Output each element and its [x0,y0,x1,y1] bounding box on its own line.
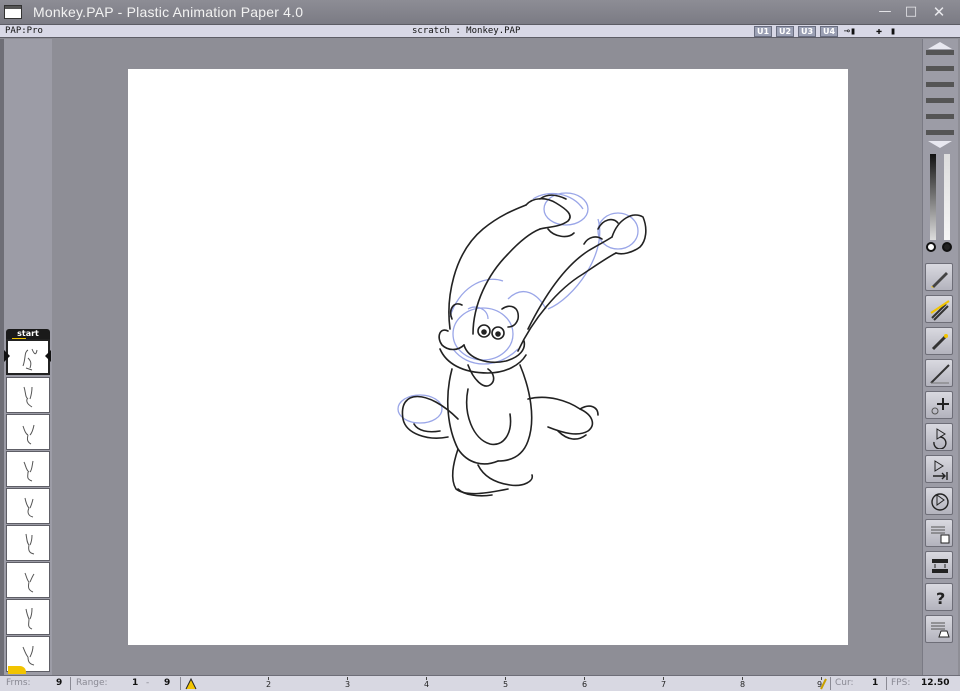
pen-size-3[interactable] [926,82,954,87]
current-frame-value: 1 [872,678,879,688]
u4-button[interactable]: U4 [820,26,838,37]
save-button[interactable] [925,519,953,547]
u3-button[interactable]: U3 [798,26,816,37]
status-divider [830,677,831,690]
u1-button[interactable]: U1 [754,26,772,37]
minimize-icon[interactable]: — [876,4,894,20]
window-title-bar: Monkey.PAP - Plastic Animation Paper 4.0… [0,0,960,25]
pen-size-5[interactable] [926,114,954,119]
paper-slider[interactable] [944,154,950,240]
line-icon [930,364,950,384]
timeline-tick-5: 5 [503,680,509,689]
range-to-value[interactable]: 9 [164,678,170,688]
help-icon: ? [936,589,945,608]
frames-value: 9 [56,678,63,688]
window-title: Monkey.PAP - Plastic Animation Paper 4.0 [33,4,304,20]
fps-value[interactable]: 12.50 [921,678,949,688]
play-loop-button[interactable] [925,423,953,451]
frame-thumbnail-4[interactable] [6,451,50,487]
status-divider [886,677,887,690]
monkey-drawing [397,192,647,497]
frame-thumbnail-2[interactable] [6,377,50,413]
range-label: Range: [76,678,108,688]
swap-button[interactable] [925,551,953,579]
pen-size-2[interactable] [926,66,954,71]
timeline-scrubber[interactable]: 2 3 4 5 6 7 8 9 [184,677,830,690]
frame-thumbnail-6[interactable] [6,525,50,561]
pen-size-1[interactable] [926,50,954,55]
swap-icon [932,559,948,573]
end-pin-icon[interactable] [8,666,26,674]
pencil-tool-button[interactable] [925,327,953,355]
app-icon[interactable] [4,5,22,19]
frames-label: Frms: [6,678,31,688]
crosshair-icon[interactable]: ✚ [876,27,882,37]
timeline-tick-8: 8 [740,680,746,689]
play-loop-icon [933,428,947,449]
close-icon[interactable]: ✕ [930,4,948,20]
pen-icon [931,272,948,288]
add-frame-button[interactable] [925,391,953,419]
ink-color-icon[interactable] [926,242,936,252]
status-divider [180,677,181,690]
mode-label: PAP:Pro [5,26,43,36]
timeline-tick-3: 3 [345,680,351,689]
pencil-icon [931,334,948,351]
play-to-end-button[interactable] [925,455,953,483]
scroll-down-icon[interactable] [924,140,956,150]
timeline-tick-6: 6 [582,680,588,689]
opacity-sliders[interactable] [924,152,956,252]
open-button[interactable] [925,615,953,643]
frame-thumbnail-1[interactable] [6,339,50,375]
info-bar: PAP:Pro scratch : Monkey.PAP U1 U2 U3 U4… [0,25,960,38]
save-icon [931,526,950,544]
current-frame-label: Cur: [835,678,854,688]
ping-pong-icon [931,493,949,511]
drawing-canvas[interactable] [128,69,848,645]
status-bar: Frms: 9 Range: 1 - 9 2 3 4 5 6 7 8 9 Cur… [0,675,960,691]
status-divider [70,677,71,690]
svg-text:?: ? [936,589,945,608]
pen-size-4[interactable] [926,98,954,103]
line-tool-button[interactable] [925,359,953,387]
frame-thumbnail-7[interactable] [6,562,50,598]
add-frame-icon [931,398,949,415]
maximize-icon[interactable]: □ [902,4,920,20]
pen-indicator-icon: ▮ [890,26,897,37]
range-dash: - [146,678,150,688]
eraser-tool-button[interactable] [925,295,953,323]
help-button[interactable]: ? [925,583,953,611]
frame-thumbnail-5[interactable] [6,488,50,524]
pen-size-selector[interactable] [924,42,956,150]
ping-pong-button[interactable] [925,487,953,515]
frame-thumbnail-8[interactable] [6,599,50,635]
scratch-label: scratch : Monkey.PAP [412,26,521,36]
timeline-tick-4: 4 [424,680,430,689]
range-from-value[interactable]: 1 [132,678,138,688]
current-frame-right-arrow-icon [45,350,51,362]
playhead-end-icon[interactable] [820,677,828,690]
current-frame-left-arrow-icon [4,350,10,362]
timeline-tick-2: 2 [266,680,272,689]
playhead-start-icon[interactable] [184,677,198,690]
frame-thumbnail-3[interactable] [6,414,50,450]
paper-color-icon[interactable] [942,242,952,252]
open-icon [931,622,950,638]
u2-button[interactable]: U2 [776,26,794,37]
fps-label: FPS: [891,678,911,688]
key-icon[interactable]: ⊸▮ [844,27,856,37]
eraser-icon [930,300,950,321]
timeline-tick-7: 7 [661,680,667,689]
scroll-up-icon[interactable] [924,40,956,50]
pen-tool-button[interactable] [925,263,953,291]
play-to-end-icon [933,460,948,480]
ink-slider[interactable] [930,154,936,240]
pen-size-6[interactable] [926,130,954,135]
